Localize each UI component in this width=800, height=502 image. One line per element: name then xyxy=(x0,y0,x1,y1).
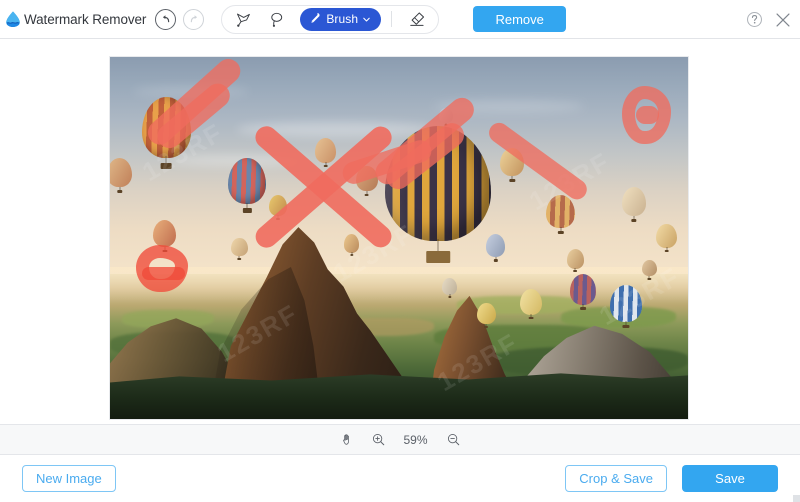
photo-content: 123RF 123RF 123RF 123RF 123RF 123RF xyxy=(110,57,688,419)
footer-right-actions: Crop & Save Save xyxy=(565,465,778,492)
crop-and-save-button[interactable]: Crop & Save xyxy=(565,465,667,492)
canvas-area[interactable]: 123RF 123RF 123RF 123RF 123RF 123RF xyxy=(0,39,800,424)
watermark-remover-window: Watermark Remover Brush Remove 123RF 123… xyxy=(0,0,800,502)
watermark-text: 123RF xyxy=(593,261,685,332)
undo-button[interactable] xyxy=(155,8,177,30)
image-canvas[interactable]: 123RF 123RF 123RF 123RF 123RF 123RF xyxy=(110,57,688,419)
lasso-icon xyxy=(268,11,285,28)
polygon-lasso-tool-button[interactable] xyxy=(229,7,258,32)
tool-group: Brush xyxy=(221,4,440,34)
watermark-text: 123RF xyxy=(212,297,304,368)
watermark-text: 123RF xyxy=(137,116,229,187)
header-right-controls xyxy=(746,0,792,39)
watermark-text: 123RF xyxy=(327,218,420,289)
brush-icon xyxy=(308,12,322,26)
history-controls xyxy=(155,8,205,30)
eraser-tool-button[interactable] xyxy=(402,7,431,32)
app-title: Watermark Remover xyxy=(24,11,147,27)
top-toolbar: Watermark Remover Brush Remove xyxy=(0,0,800,39)
watermark-overlay: 123RF 123RF 123RF 123RF 123RF 123RF xyxy=(110,57,688,419)
resize-corner[interactable] xyxy=(793,495,800,502)
brush-tool-label: Brush xyxy=(326,12,359,26)
water-drop-logo-icon xyxy=(4,10,22,28)
lasso-tool-button[interactable] xyxy=(262,7,291,32)
new-image-button[interactable]: New Image xyxy=(22,465,116,492)
tool-divider xyxy=(391,11,393,27)
watermark-text: 123RF xyxy=(524,145,616,216)
polygon-lasso-icon xyxy=(235,11,252,28)
brand: Watermark Remover xyxy=(0,10,146,28)
watermark-text: 123RF xyxy=(431,326,524,397)
zoom-toolbar: 59% xyxy=(0,424,800,455)
zoom-level-value: 59% xyxy=(403,432,428,447)
brush-tool-button[interactable]: Brush xyxy=(300,7,382,31)
bottom-action-bar: New Image Crop & Save Save xyxy=(0,455,800,502)
save-button[interactable]: Save xyxy=(682,465,778,492)
close-icon[interactable] xyxy=(774,11,792,29)
hand-icon[interactable] xyxy=(340,432,355,447)
question-circle-icon[interactable] xyxy=(746,11,763,28)
zoom-in-icon[interactable] xyxy=(371,432,386,447)
zoom-out-icon[interactable] xyxy=(446,432,461,447)
eraser-icon xyxy=(408,10,426,28)
remove-button[interactable]: Remove xyxy=(473,6,567,32)
redo-button[interactable] xyxy=(183,8,205,30)
chevron-down-icon xyxy=(362,15,371,24)
